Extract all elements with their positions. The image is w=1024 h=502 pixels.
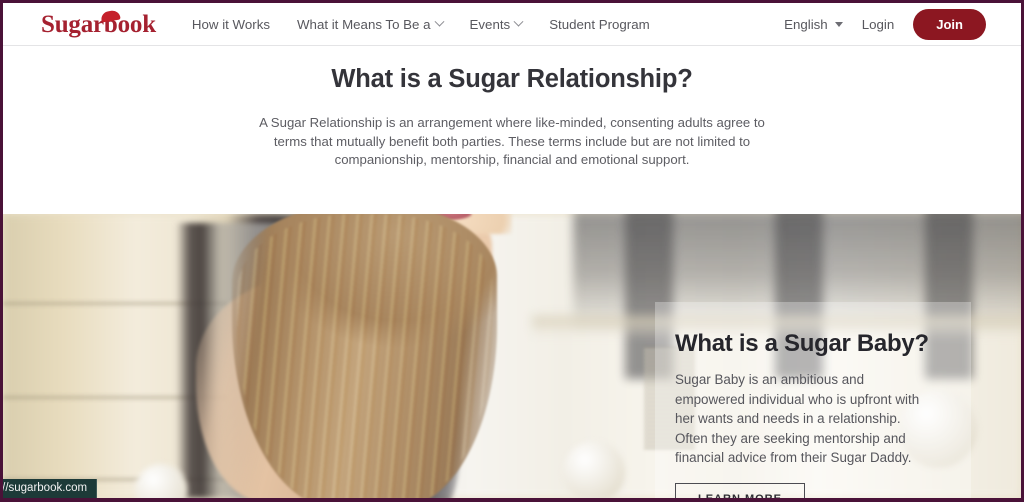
site-header: Sugarbook How it Works What it Means To … — [3, 3, 1021, 46]
chevron-down-icon — [513, 16, 524, 27]
sugar-baby-text: Sugar Baby is an ambitious and empowered… — [675, 372, 920, 466]
chevron-down-icon — [434, 16, 444, 27]
status-bar-url: https://sugarbook.com — [3, 479, 98, 498]
nav-label: Student Program — [549, 16, 650, 32]
caret-down-icon — [834, 21, 843, 27]
learn-more-button[interactable]: LEARN MORE — [675, 482, 805, 498]
sugarbook-logo[interactable]: Sugarbook — [41, 9, 156, 38]
nav-item-what-it-means-to-be-a[interactable]: What it Means To Be a — [297, 16, 444, 32]
nav-label: What it Means To Be a — [297, 16, 431, 32]
nav-item-student-program[interactable]: Student Program — [549, 17, 650, 32]
nav-label: Events — [469, 16, 511, 32]
nav-item-events[interactable]: Events — [469, 16, 524, 32]
page-title: What is a Sugar Relationship? — [331, 65, 693, 93]
nav-item-how-it-works[interactable]: How it Works — [192, 17, 270, 32]
language-selector[interactable]: English — [784, 17, 843, 32]
primary-navigation: How it Works What it Means To Be a Event… — [192, 16, 650, 32]
hero-bg-sphere — [562, 441, 625, 498]
sugar-baby-card: What is a Sugar Baby? Sugar Baby is an a… — [655, 302, 971, 498]
hero-figure-hair-strands — [237, 214, 492, 498]
sugar-baby-title: What is a Sugar Baby? — [675, 330, 929, 357]
intro-section: What is a Sugar Relationship? A Sugar Re… — [3, 46, 1021, 214]
login-link[interactable]: Login — [862, 17, 895, 32]
browser-window-frame: Sugarbook How it Works What it Means To … — [0, 0, 1024, 502]
language-label: English — [784, 16, 828, 32]
header-actions: English Login Join — [784, 8, 986, 40]
nav-label: How it Works — [191, 16, 270, 32]
intro-paragraph: A Sugar Relationship is an arrangement w… — [259, 115, 765, 167]
page-viewport: Sugarbook How it Works What it Means To … — [3, 3, 1021, 498]
join-button[interactable]: Join — [913, 8, 986, 40]
logo-text: Sugarbook — [41, 10, 156, 38]
hero-section: What is a Sugar Baby? Sugar Baby is an a… — [3, 214, 1021, 498]
